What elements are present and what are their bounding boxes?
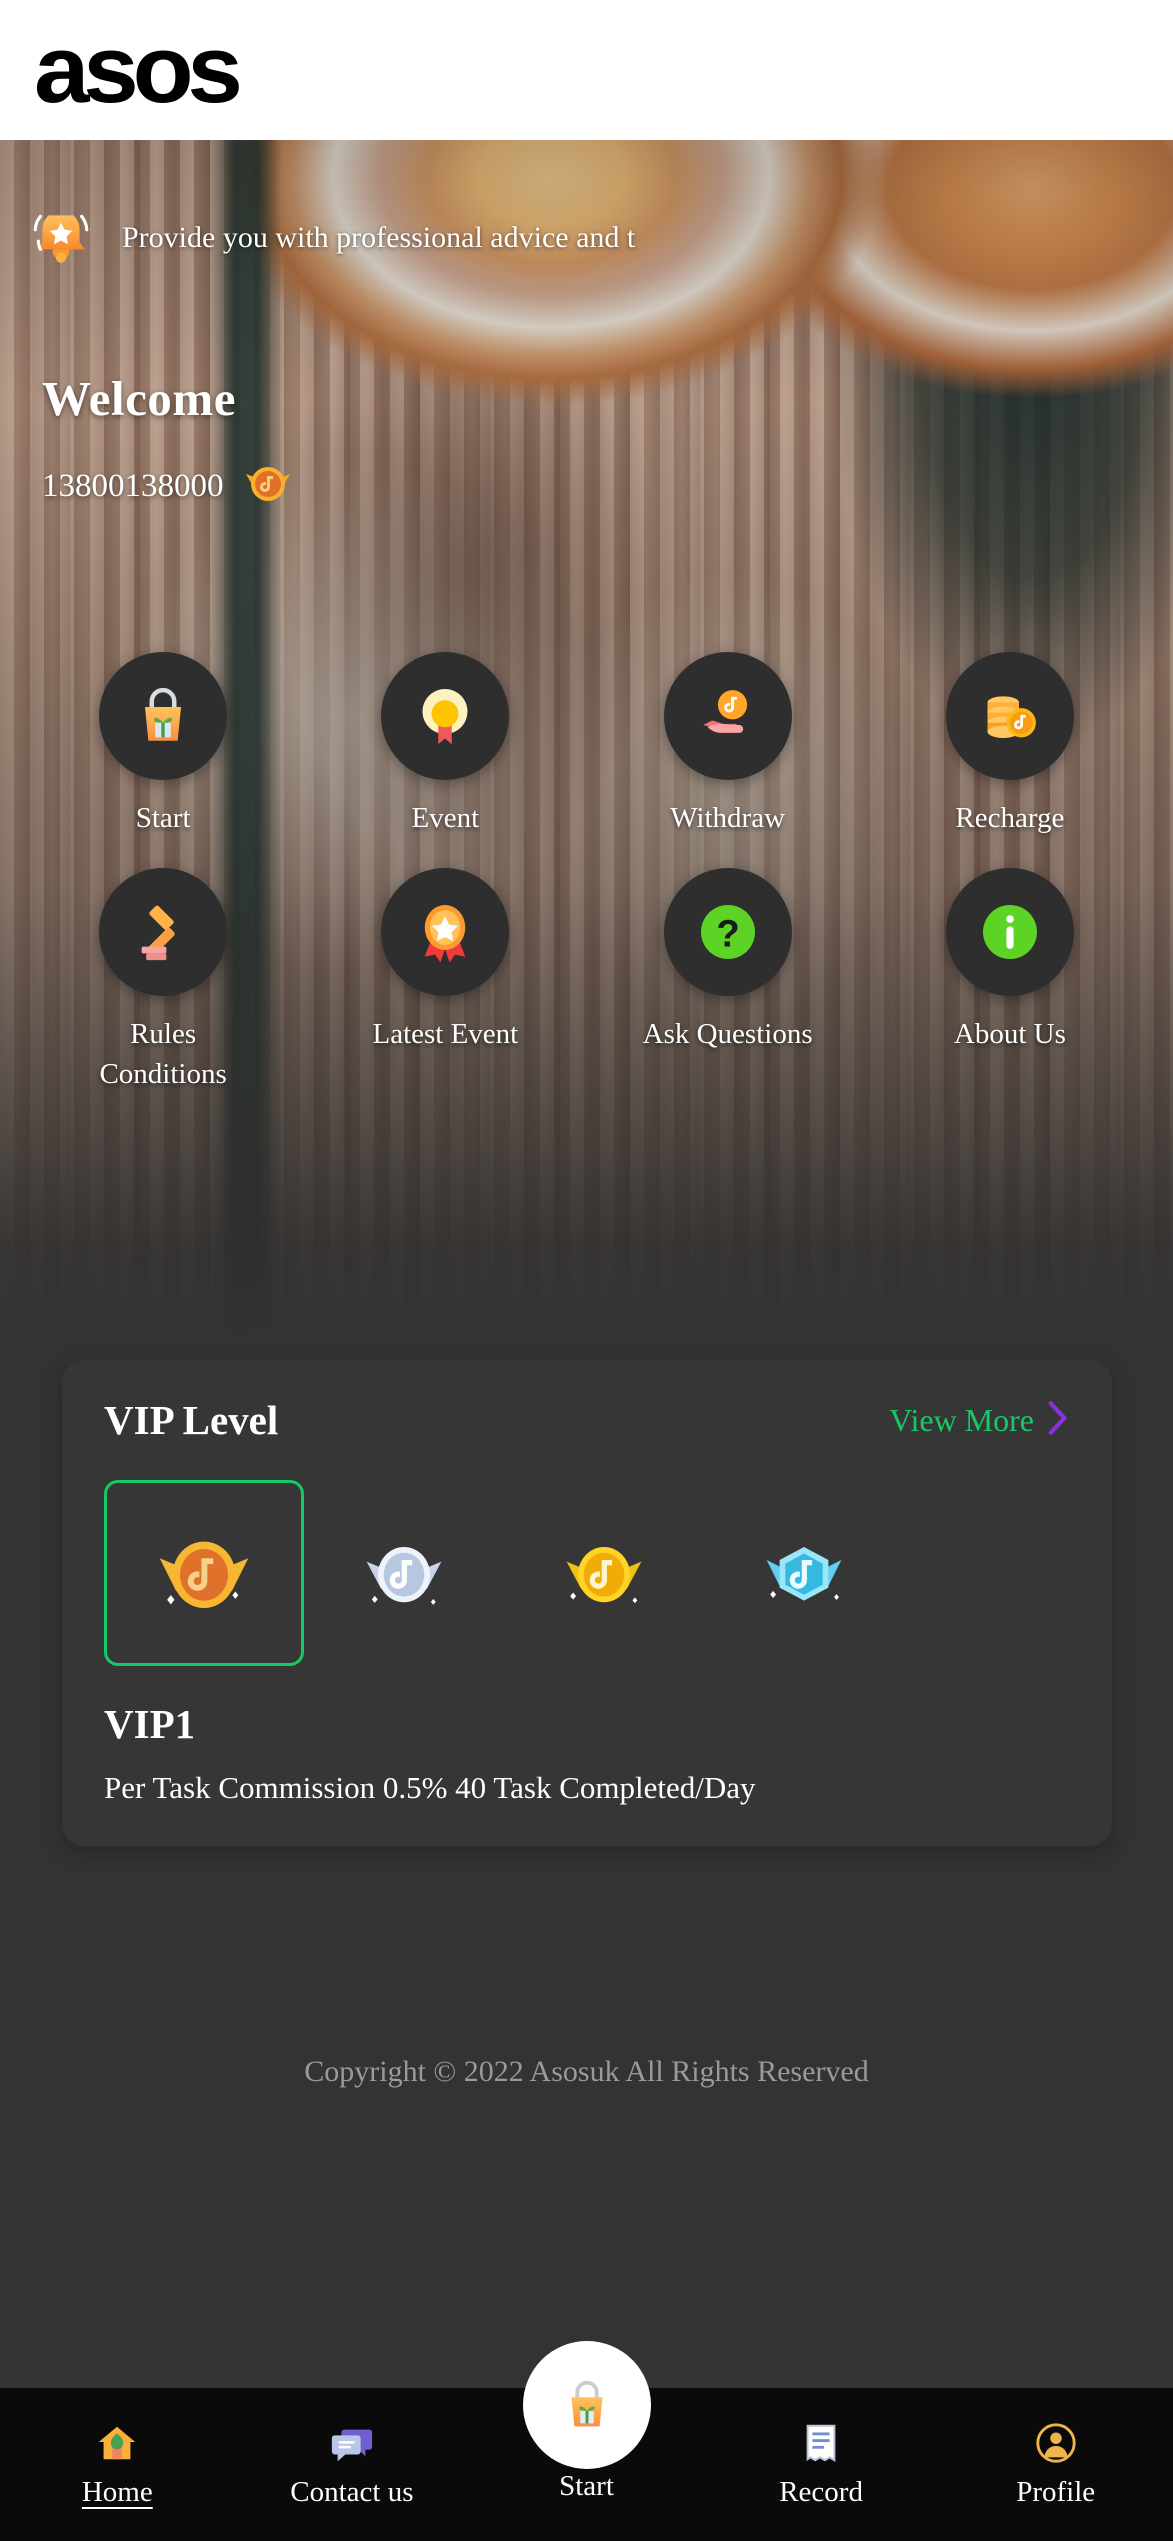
nav-fab-start[interactable] (523, 2341, 651, 2469)
receipt-icon (798, 2420, 844, 2466)
vip3-gold-badge-icon (552, 1521, 656, 1625)
menu-item-ask-questions[interactable]: ? Ask Questions (587, 868, 869, 1094)
menu-circle (381, 652, 509, 780)
menu-item-label: Recharge (955, 798, 1064, 838)
menu-circle (664, 652, 792, 780)
vip2-silver-badge-icon (352, 1521, 456, 1625)
notice-text: Provide you with professional advice and… (122, 220, 635, 256)
nav-item-record[interactable]: Record (704, 2420, 939, 2509)
menu-item-rules-conditions[interactable]: Rules Conditions (22, 868, 304, 1094)
vip-card-title: VIP Level (104, 1396, 278, 1444)
asos-logo: asos (34, 22, 237, 118)
nav-item-label: Home (82, 2476, 153, 2509)
nav-item-contact-us[interactable]: Contact us (235, 2420, 470, 2509)
menu-circle (946, 868, 1074, 996)
user-phone: 13800138000 (42, 468, 224, 505)
menu-circle (381, 868, 509, 996)
vip-card-header: VIP Level View More (104, 1396, 1070, 1444)
menu-item-recharge[interactable]: Recharge (869, 652, 1151, 838)
chevron-right-icon (1044, 1399, 1070, 1442)
bell-star-icon (22, 202, 100, 274)
menu-item-label: Withdraw (670, 798, 785, 838)
menu-item-label: Rules Conditions (63, 1014, 263, 1094)
vip-level-list (104, 1480, 1070, 1666)
vip-current-level-desc: Per Task Commission 0.5% 40 Task Complet… (104, 1770, 1070, 1806)
gold-medal-icon (409, 680, 481, 752)
nav-item-home[interactable]: Home (0, 2420, 235, 2509)
vip-level-option-2[interactable] (304, 1480, 504, 1666)
menu-item-label: Event (412, 798, 480, 838)
chat-icon (329, 2420, 375, 2466)
vip1-bronze-badge-icon (145, 1514, 263, 1632)
view-more-label: View More (889, 1402, 1034, 1439)
menu-circle (99, 652, 227, 780)
copyright-text: Copyright © 2022 Asosuk All Rights Reser… (0, 2055, 1173, 2089)
brand-header: asos (0, 0, 1173, 140)
user-circle-icon (1033, 2420, 1079, 2466)
menu-item-about-us[interactable]: About Us (869, 868, 1151, 1094)
nav-item-profile[interactable]: Profile (938, 2420, 1173, 2509)
menu-item-label: Latest Event (372, 1014, 518, 1054)
nav-item-label: Start (559, 2470, 614, 2503)
svg-text:?: ? (716, 913, 739, 956)
info-icon (974, 896, 1046, 968)
menu-item-start[interactable]: Start (22, 652, 304, 838)
welcome-title: Welcome (42, 370, 236, 427)
coin-stack-icon (974, 680, 1046, 752)
vip-level-option-1[interactable] (104, 1480, 304, 1666)
quick-menu-grid: Start Event (0, 652, 1173, 1094)
menu-circle (946, 652, 1074, 780)
hand-coin-icon (692, 680, 764, 752)
vip-level-option-4[interactable] (704, 1480, 904, 1666)
vip-level-card: VIP Level View More (62, 1360, 1112, 1846)
question-mark-icon: ? (692, 896, 764, 968)
menu-item-withdraw[interactable]: Withdraw (587, 652, 869, 838)
menu-circle: ? (664, 868, 792, 996)
app-root: asos (0, 0, 1173, 2541)
nav-item-label: Profile (1016, 2476, 1095, 2509)
nav-item-label: Record (779, 2476, 863, 2509)
vip-current-level-name: VIP1 (104, 1700, 1070, 1748)
menu-circle (99, 868, 227, 996)
vip-level-option-3[interactable] (504, 1480, 704, 1666)
user-info-row: 13800138000 (42, 460, 294, 513)
menu-item-label: About Us (954, 1014, 1066, 1054)
notice-bar[interactable]: Provide you with professional advice and… (0, 200, 1173, 276)
menu-item-latest-event[interactable]: Latest Event (304, 868, 586, 1094)
menu-item-label: Ask Questions (643, 1014, 813, 1054)
vip1-medal-icon (242, 460, 294, 513)
nav-item-label: Contact us (290, 2476, 413, 2509)
home-icon (94, 2420, 140, 2466)
gavel-icon (127, 896, 199, 968)
menu-item-label: Start (136, 798, 191, 838)
vip4-diamond-badge-icon (752, 1521, 856, 1625)
hero-banner: Provide you with professional advice and… (0, 140, 1173, 1340)
view-more-button[interactable]: View More (889, 1399, 1070, 1442)
shopping-bag-icon (556, 2374, 618, 2436)
star-ribbon-icon (409, 896, 481, 968)
shopping-bag-gift-icon (127, 680, 199, 752)
menu-item-event[interactable]: Event (304, 652, 586, 838)
